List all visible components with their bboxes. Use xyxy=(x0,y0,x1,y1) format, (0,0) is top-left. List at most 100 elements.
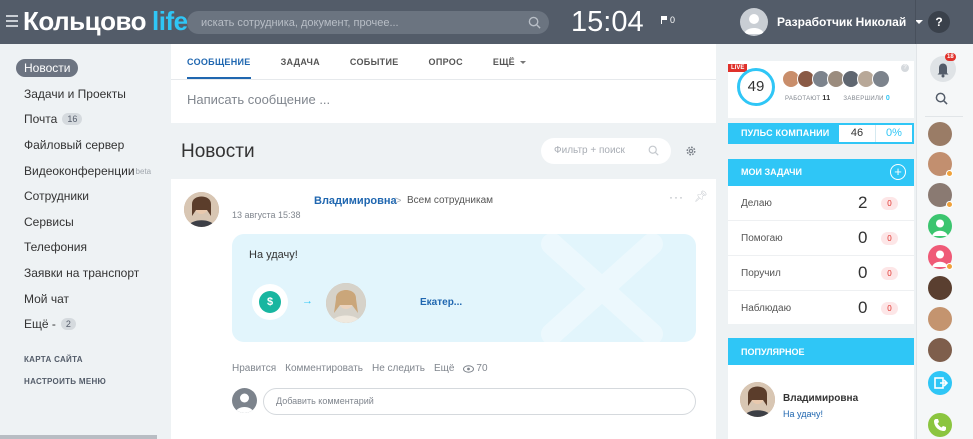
my-tasks-widget: МОИ ЗАДАЧИ + Делаю 2 0 Помогаю 0 0 Поруч… xyxy=(728,159,914,324)
filter-placeholder: Фильтр + поиск xyxy=(554,145,625,156)
menu-item-video[interactable]: Видеоконференции beta xyxy=(16,162,151,180)
recipient-name-link[interactable]: Екатер... xyxy=(420,297,462,308)
notifications-button[interactable]: 18 xyxy=(930,53,956,82)
user-avatar xyxy=(740,8,768,36)
tasks-header[interactable]: МОИ ЗАДАЧИ + xyxy=(728,159,914,186)
menu-item-more[interactable]: Ещё - 2 xyxy=(16,315,76,333)
pulse-values: 46 0% xyxy=(839,125,912,142)
add-comment-input[interactable]: Добавить комментарий xyxy=(263,388,696,415)
composer-tabs: СООБЩЕНИЕ ЗАДАЧА СОБЫТИЕ ОПРОС ЕЩЁ xyxy=(187,57,556,79)
gratitude-card: На удачу! $ → Екатер... xyxy=(232,234,696,342)
clock[interactable]: 15:04 xyxy=(571,6,644,39)
tab-task[interactable]: ЗАДАЧА xyxy=(281,57,320,79)
left-menu: Новости Задачи и Проекты Почта 16 Файлов… xyxy=(0,44,157,439)
live-labels: РАБОТАЮТ 11 ЗАВЕРШИЛИ 0 xyxy=(785,95,890,102)
money-badge-icon: $ xyxy=(252,284,288,320)
message-input[interactable]: Написать сообщение ... xyxy=(187,92,330,107)
help-icon[interactable]: ? xyxy=(901,64,909,72)
author-avatar[interactable] xyxy=(184,192,219,227)
global-search-input[interactable] xyxy=(201,11,521,34)
tab-poll[interactable]: ОПРОС xyxy=(429,57,463,79)
post-arrow: > xyxy=(395,195,402,207)
task-row-doing[interactable]: Делаю 2 0 xyxy=(728,186,914,221)
tab-more[interactable]: ЕЩЁ xyxy=(492,57,527,79)
background-pattern-icon xyxy=(541,234,663,342)
more-counter: 2 xyxy=(60,318,76,330)
post-destination[interactable]: Всем сотрудникам xyxy=(407,195,493,206)
strip-divider xyxy=(925,116,963,117)
comment-link[interactable]: Комментировать xyxy=(285,363,363,374)
menu-item-file-server[interactable]: Файловый сервер xyxy=(16,136,124,154)
company-pulse[interactable]: ПУЛЬС КОМПАНИИ 46 0% xyxy=(728,123,914,144)
left-bottom-bar xyxy=(0,435,157,439)
menu-item-label: Видеоконференции xyxy=(24,164,135,178)
unfollow-link[interactable]: Не следить xyxy=(372,363,425,374)
recipient-avatar[interactable] xyxy=(326,283,366,323)
task-row-assigned[interactable]: Поручил 0 0 xyxy=(728,256,914,291)
avatar xyxy=(872,70,890,88)
task-row-helping[interactable]: Помогаю 0 0 xyxy=(728,221,914,256)
menu-item-services[interactable]: Сервисы xyxy=(16,213,74,231)
task-row-badge: 0 xyxy=(881,232,898,245)
menu-item-tasks[interactable]: Задачи и Проекты xyxy=(16,85,126,103)
exit-button[interactable] xyxy=(928,371,952,395)
help-button[interactable]: ? xyxy=(928,11,950,33)
menu-item-news[interactable]: Новости xyxy=(16,59,79,77)
more-dots-icon[interactable]: ··· xyxy=(669,190,684,204)
logo-accent-text: life xyxy=(152,6,188,36)
global-search[interactable] xyxy=(187,11,549,34)
menu-item-mail[interactable]: Почта 16 xyxy=(16,110,83,128)
menu-item-label: Ещё - xyxy=(24,317,56,331)
gear-icon[interactable] xyxy=(685,145,697,157)
user-menu[interactable]: Разработчик Николай xyxy=(740,8,924,36)
tab-more-label: ЕЩЁ xyxy=(492,57,516,67)
call-button[interactable] xyxy=(928,413,952,437)
contact-avatar[interactable] xyxy=(928,214,952,238)
live-widget[interactable]: LIVE 49 ? РАБОТАЮТ 11 ЗАВЕРШИЛИ 0 xyxy=(728,61,914,118)
feed-post: Владимировна > Всем сотрудникам 13 авгус… xyxy=(171,179,716,439)
post-author-link[interactable]: Владимировна xyxy=(314,195,397,207)
popular-author-avatar[interactable] xyxy=(740,382,775,417)
menu-item-telephony[interactable]: Телефония xyxy=(16,238,87,256)
task-row-badge: 0 xyxy=(881,302,898,315)
menu-item-employees[interactable]: Сотрудники xyxy=(16,187,89,205)
page-title: Новости xyxy=(181,141,255,162)
pin-icon[interactable]: 📌︎ xyxy=(694,190,708,203)
popular-author-name[interactable]: Владимировна xyxy=(783,393,858,404)
menu-item-chat[interactable]: Мой чат xyxy=(16,290,69,308)
chevron-down-icon xyxy=(520,61,527,65)
popular-widget: ПОПУЛЯРНОЕ Владимировна На удачу! xyxy=(728,338,914,439)
portal-logo[interactable]: Кольцово life xyxy=(23,6,188,37)
setup-menu-link[interactable]: НАСТРОИТЬ МЕНЮ xyxy=(24,377,106,386)
task-row-label: Делаю xyxy=(741,198,772,209)
logo-main-text: Кольцово xyxy=(23,6,147,36)
tab-event[interactable]: СОБЫТИЕ xyxy=(350,57,399,79)
flag-counter[interactable]: 0 xyxy=(661,15,675,25)
finished-count: 0 xyxy=(885,95,891,102)
more-link[interactable]: Ещё xyxy=(434,363,454,374)
pulse-percent: 0% xyxy=(875,125,912,142)
like-link[interactable]: Нравится xyxy=(232,363,276,374)
sitemap-link[interactable]: КАРТА САЙТА xyxy=(24,355,83,364)
task-row-watching[interactable]: Наблюдаю 0 0 xyxy=(728,291,914,326)
search-icon[interactable] xyxy=(935,92,948,105)
tab-message[interactable]: СООБЩЕНИЕ xyxy=(187,57,251,79)
contact-avatar[interactable] xyxy=(928,307,952,331)
task-row-badge: 0 xyxy=(881,197,898,210)
search-icon[interactable] xyxy=(528,16,541,29)
popular-post-link[interactable]: На удачу! xyxy=(783,409,823,419)
notifications-count: 18 xyxy=(945,53,956,61)
contact-avatar[interactable] xyxy=(928,276,952,300)
task-row-count: 0 xyxy=(858,263,868,282)
task-row-count: 0 xyxy=(858,228,868,247)
views-counter: 70 xyxy=(463,363,488,374)
menu-burger-icon[interactable] xyxy=(6,15,18,27)
contact-avatar[interactable] xyxy=(928,122,952,146)
post-date[interactable]: 13 августа 15:38 xyxy=(232,210,301,220)
add-task-button[interactable]: + xyxy=(890,164,906,180)
working-count: 11 xyxy=(822,95,831,102)
contact-avatar[interactable] xyxy=(928,338,952,362)
menu-item-transport[interactable]: Заявки на транспорт xyxy=(16,264,139,282)
logout-icon xyxy=(934,377,949,389)
filter-search[interactable]: Фильтр + поиск xyxy=(541,138,671,164)
